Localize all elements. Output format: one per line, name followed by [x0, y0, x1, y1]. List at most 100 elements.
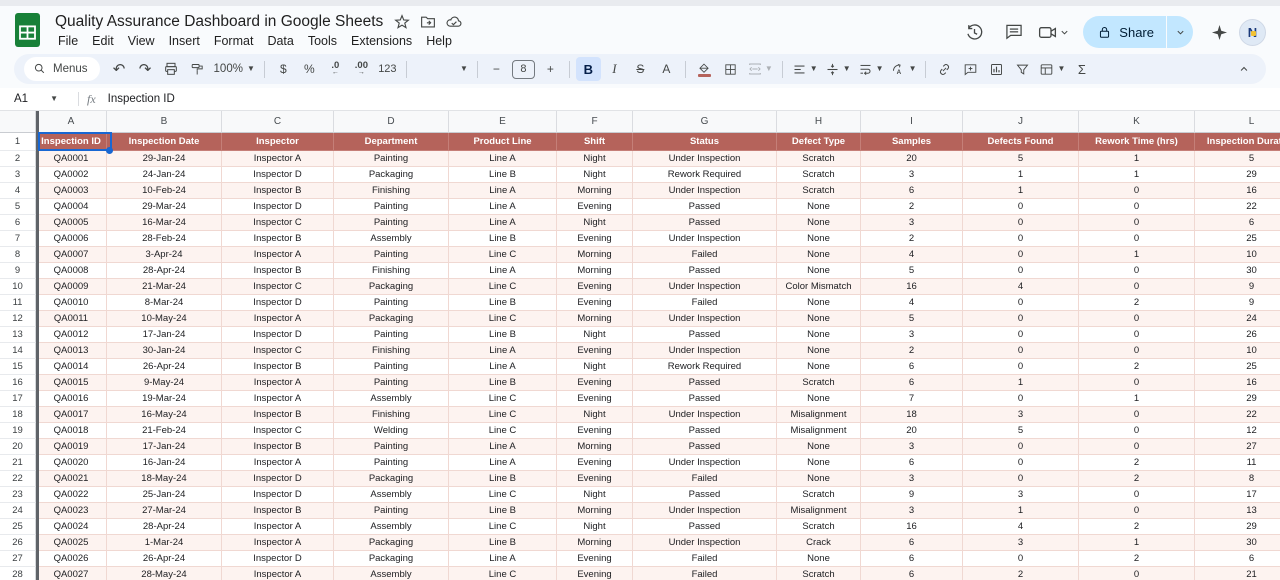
- cell[interactable]: QA0026: [36, 551, 107, 567]
- cell[interactable]: None: [777, 391, 861, 407]
- cell[interactable]: 25: [1195, 359, 1280, 375]
- header-cell[interactable]: Rework Time (hrs): [1079, 133, 1195, 151]
- decrease-font-size-button[interactable]: −: [484, 57, 509, 81]
- cell[interactable]: Inspector A: [222, 375, 334, 391]
- cell[interactable]: 0: [1079, 311, 1195, 327]
- row-number-4[interactable]: 4: [0, 183, 36, 199]
- cell[interactable]: 21: [1195, 567, 1280, 580]
- cell[interactable]: Line B: [449, 471, 557, 487]
- cell[interactable]: Painting: [334, 503, 449, 519]
- fill-color-button[interactable]: [692, 57, 717, 81]
- cell[interactable]: None: [777, 327, 861, 343]
- gemini-sparkle-icon[interactable]: [1205, 15, 1233, 49]
- cell[interactable]: Line B: [449, 503, 557, 519]
- cell[interactable]: Painting: [334, 455, 449, 471]
- cell[interactable]: 0: [1079, 503, 1195, 519]
- text-wrap-button[interactable]: ▼: [855, 57, 887, 81]
- cell[interactable]: 30: [1195, 263, 1280, 279]
- cell[interactable]: 2: [1079, 471, 1195, 487]
- cell[interactable]: 4: [861, 295, 963, 311]
- cell[interactable]: 0: [963, 455, 1079, 471]
- functions-button[interactable]: Σ: [1069, 57, 1094, 81]
- cell[interactable]: Scratch: [777, 151, 861, 167]
- cell[interactable]: Line A: [449, 263, 557, 279]
- cell[interactable]: 17-Jan-24: [107, 327, 222, 343]
- cell[interactable]: QA0021: [36, 471, 107, 487]
- cell[interactable]: Evening: [557, 455, 633, 471]
- cell[interactable]: Scratch: [777, 567, 861, 580]
- cell[interactable]: QA0016: [36, 391, 107, 407]
- cell[interactable]: Morning: [557, 503, 633, 519]
- cell[interactable]: Failed: [633, 551, 777, 567]
- cell[interactable]: Assembly: [334, 231, 449, 247]
- cell[interactable]: 29-Jan-24: [107, 151, 222, 167]
- cell[interactable]: Finishing: [334, 183, 449, 199]
- cell[interactable]: Line A: [449, 215, 557, 231]
- cell[interactable]: Assembly: [334, 487, 449, 503]
- cell[interactable]: 3: [861, 327, 963, 343]
- menu-file[interactable]: File: [51, 33, 85, 53]
- cell[interactable]: Welding: [334, 423, 449, 439]
- cell[interactable]: Line B: [449, 231, 557, 247]
- cell[interactable]: Finishing: [334, 407, 449, 423]
- cell[interactable]: Morning: [557, 247, 633, 263]
- column-header-A[interactable]: A: [36, 111, 107, 133]
- cell[interactable]: 24: [1195, 311, 1280, 327]
- cell[interactable]: Line C: [449, 567, 557, 580]
- cell[interactable]: 6: [861, 567, 963, 580]
- cell[interactable]: 6: [1195, 551, 1280, 567]
- cell[interactable]: Inspector C: [222, 343, 334, 359]
- comments-icon[interactable]: [997, 15, 1031, 49]
- cell[interactable]: Passed: [633, 487, 777, 503]
- cell[interactable]: Under Inspection: [633, 455, 777, 471]
- cell[interactable]: 3-Apr-24: [107, 247, 222, 263]
- format-percent-button[interactable]: %: [297, 57, 322, 81]
- cell[interactable]: Under Inspection: [633, 151, 777, 167]
- cell[interactable]: 3: [963, 407, 1079, 423]
- cell[interactable]: Passed: [633, 263, 777, 279]
- cell[interactable]: None: [777, 263, 861, 279]
- cell[interactable]: Morning: [557, 311, 633, 327]
- cell[interactable]: Passed: [633, 327, 777, 343]
- cell[interactable]: Packaging: [334, 551, 449, 567]
- cell[interactable]: Morning: [557, 535, 633, 551]
- cell[interactable]: 3: [861, 439, 963, 455]
- cell[interactable]: Painting: [334, 327, 449, 343]
- version-history-icon[interactable]: [957, 15, 991, 49]
- cell[interactable]: 0: [1079, 327, 1195, 343]
- cell[interactable]: 17: [1195, 487, 1280, 503]
- row-number-1[interactable]: 1: [0, 133, 36, 151]
- cell[interactable]: Inspector B: [222, 183, 334, 199]
- more-formats-button[interactable]: 123: [375, 57, 400, 81]
- cell[interactable]: Line C: [449, 519, 557, 535]
- redo-button[interactable]: ↷: [133, 57, 158, 81]
- cell[interactable]: Misalignment: [777, 503, 861, 519]
- cell[interactable]: QA0013: [36, 343, 107, 359]
- cell[interactable]: Inspector D: [222, 487, 334, 503]
- frozen-pane-divider[interactable]: [36, 111, 39, 580]
- cell[interactable]: 7: [861, 391, 963, 407]
- cell[interactable]: Under Inspection: [633, 231, 777, 247]
- cell[interactable]: 16-May-24: [107, 407, 222, 423]
- cell[interactable]: 9: [861, 487, 963, 503]
- share-button[interactable]: Share: [1083, 16, 1166, 48]
- cell[interactable]: Scratch: [777, 183, 861, 199]
- cell[interactable]: 1: [963, 167, 1079, 183]
- row-number-16[interactable]: 16: [0, 375, 36, 391]
- cell[interactable]: Night: [557, 407, 633, 423]
- menu-edit[interactable]: Edit: [85, 33, 121, 53]
- cell[interactable]: 6: [861, 535, 963, 551]
- cell[interactable]: 8-Mar-24: [107, 295, 222, 311]
- cell[interactable]: Failed: [633, 567, 777, 580]
- cell[interactable]: 22: [1195, 407, 1280, 423]
- menu-insert[interactable]: Insert: [162, 33, 207, 53]
- cell[interactable]: Line B: [449, 535, 557, 551]
- header-cell[interactable]: Inspection ID: [36, 133, 107, 151]
- cell[interactable]: 1-Mar-24: [107, 535, 222, 551]
- cell[interactable]: Inspector A: [222, 391, 334, 407]
- cell[interactable]: Painting: [334, 151, 449, 167]
- cell[interactable]: 28-Apr-24: [107, 263, 222, 279]
- cell[interactable]: Under Inspection: [633, 503, 777, 519]
- cell[interactable]: 13: [1195, 503, 1280, 519]
- cell[interactable]: Line C: [449, 391, 557, 407]
